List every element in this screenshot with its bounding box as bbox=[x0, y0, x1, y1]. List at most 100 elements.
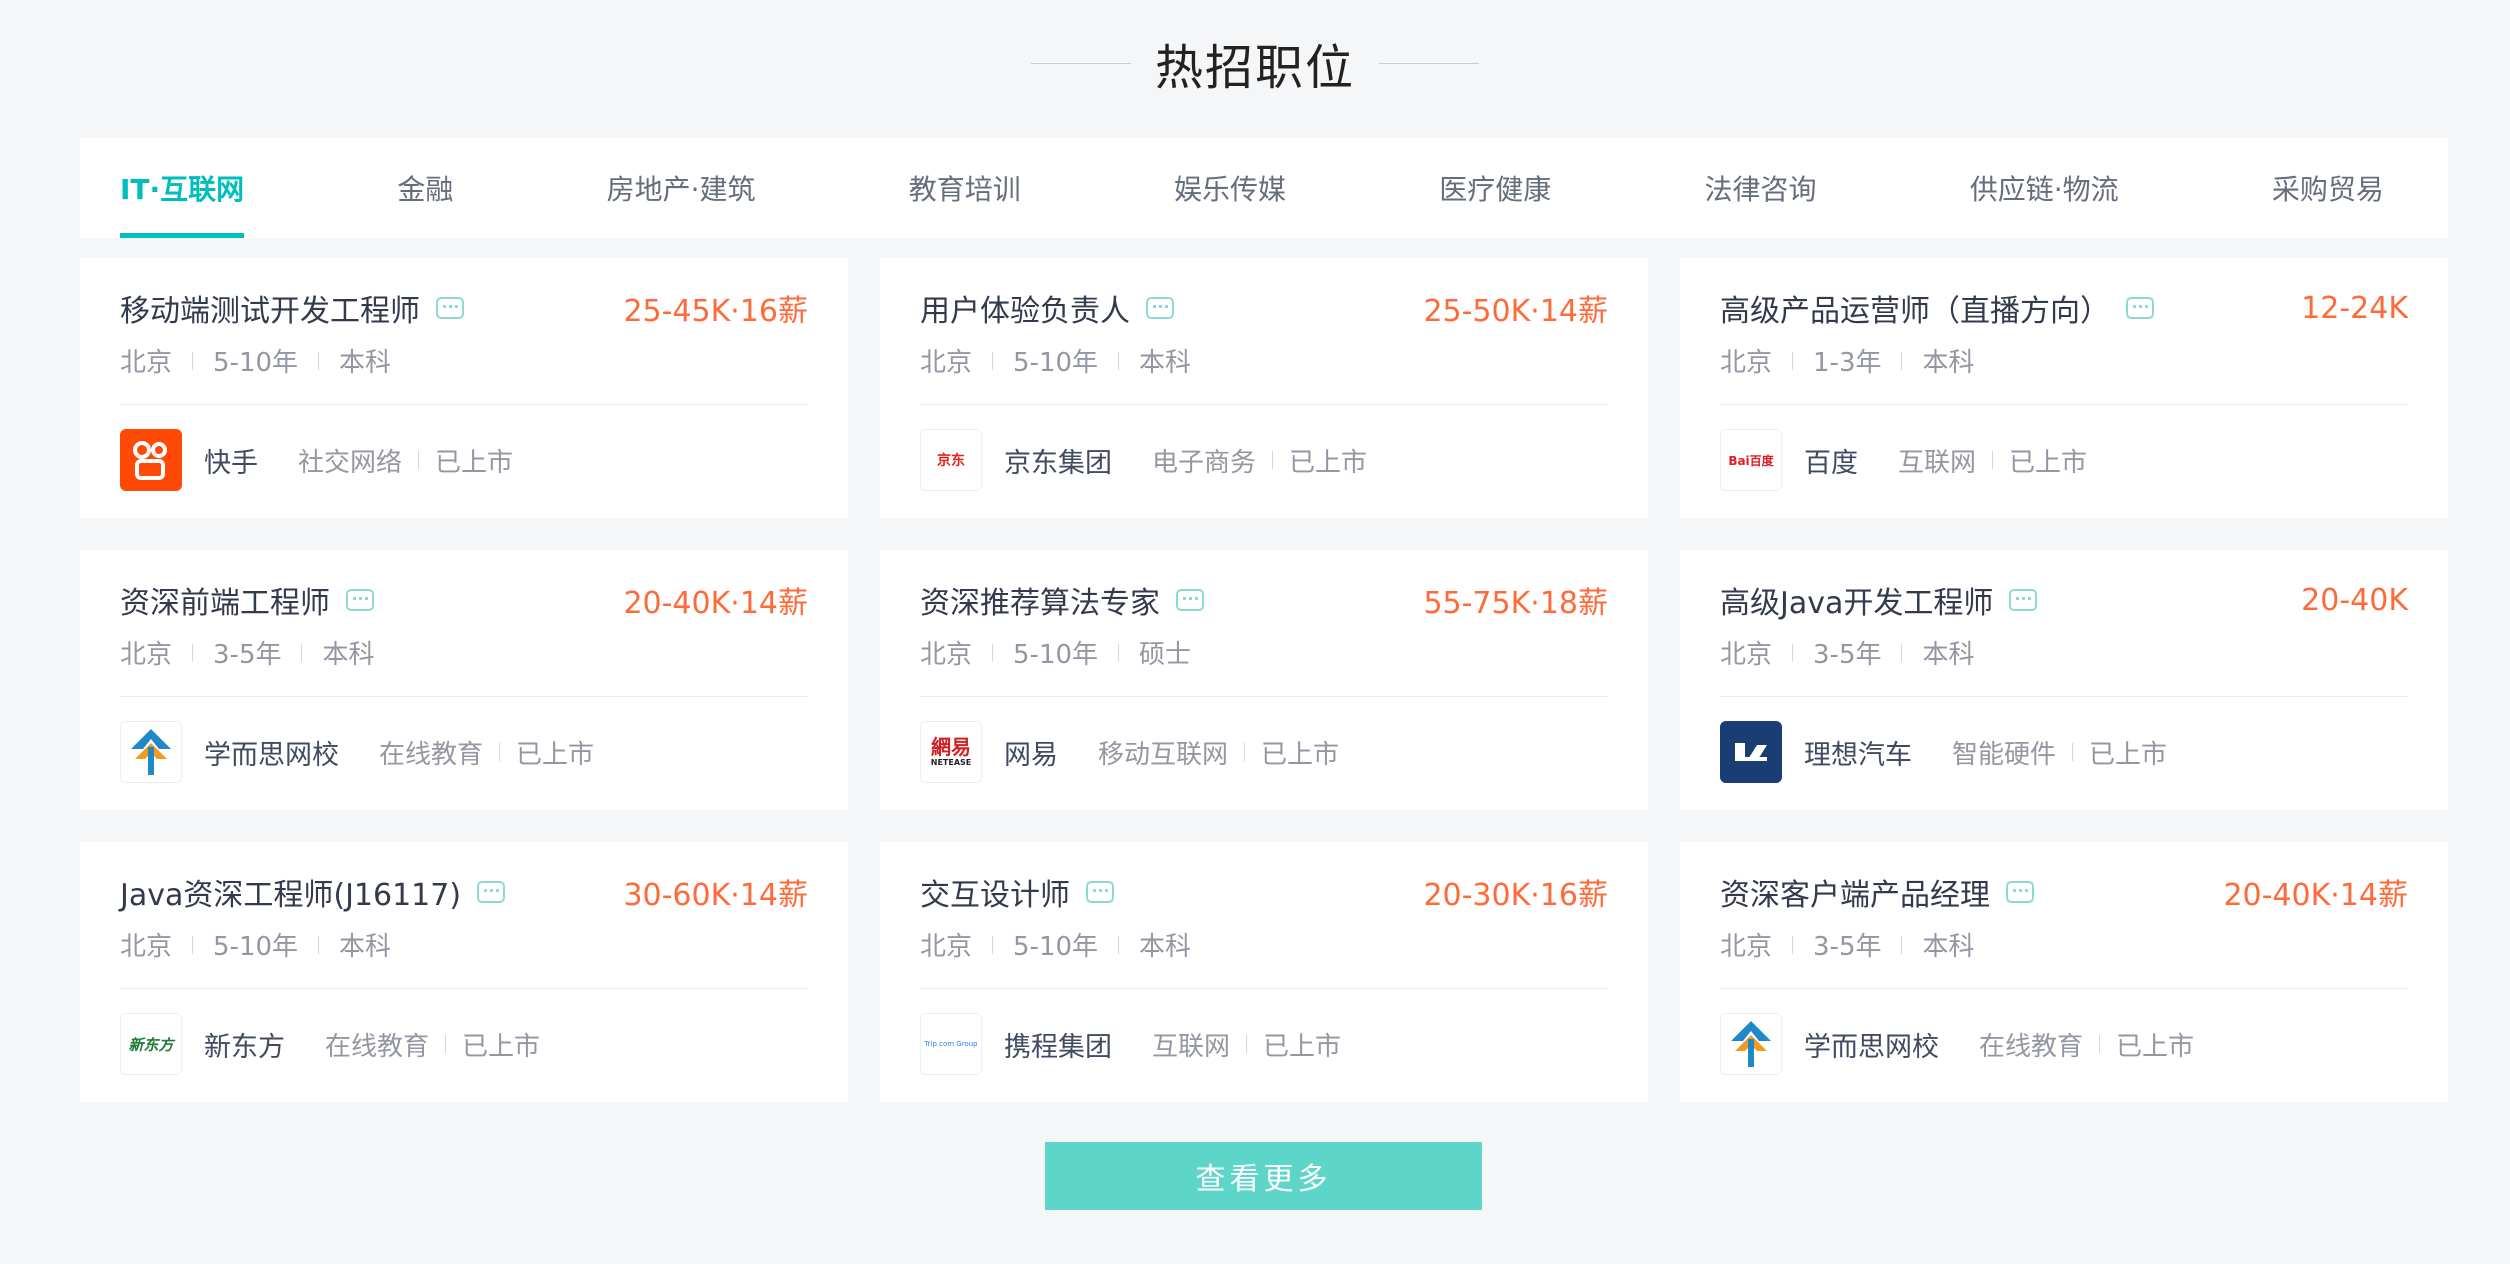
company-industry: 在线教育 bbox=[325, 1031, 430, 1062]
chat-icon[interactable] bbox=[2009, 589, 2038, 611]
separator bbox=[1118, 643, 1120, 662]
company-industry: 电子商务 bbox=[1152, 447, 1257, 478]
job-degree: 硕士 bbox=[1139, 640, 1192, 670]
job-title[interactable]: 资深推荐算法专家 bbox=[920, 578, 1160, 622]
job-title[interactable]: Java资深工程师(J16117) bbox=[120, 870, 461, 914]
job-degree: 本科 bbox=[1922, 640, 1975, 670]
tab-media[interactable]: 娱乐传媒 bbox=[1174, 138, 1286, 238]
xdf-logo-text: 新东方 bbox=[128, 1035, 174, 1054]
tab-real-estate[interactable]: 房地产·建筑 bbox=[607, 138, 756, 238]
separator bbox=[1792, 643, 1794, 662]
job-title[interactable]: 高级产品运营师（直播方向） bbox=[1720, 286, 2110, 330]
card-divider bbox=[120, 696, 808, 697]
job-city: 北京 bbox=[920, 640, 973, 670]
company-stage: 已上市 bbox=[1289, 447, 1368, 478]
job-salary: 25-50K·14薪 bbox=[1423, 294, 1608, 329]
tab-education[interactable]: 教育培训 bbox=[909, 138, 1021, 238]
chat-icon[interactable] bbox=[2126, 297, 2154, 319]
job-header: 交互设计师 20-30K·16薪 bbox=[920, 870, 1608, 914]
tab-legal[interactable]: 法律咨询 bbox=[1705, 138, 1817, 238]
job-requirements: 北京 3-5年 本科 bbox=[1720, 926, 1975, 963]
company-info[interactable]: Trip.com Group 携程集团 互联网 已上市 bbox=[920, 1012, 1608, 1076]
separator bbox=[1118, 351, 1120, 370]
company-info[interactable]: 学而思网校 在线教育 已上市 bbox=[1720, 1012, 2408, 1076]
company-name[interactable]: 快手 bbox=[204, 441, 258, 480]
chat-icon[interactable] bbox=[1176, 589, 1204, 611]
tab-logistics[interactable]: 供应链·物流 bbox=[1970, 138, 2119, 238]
job-title[interactable]: 资深客户端产品经理 bbox=[1720, 870, 1990, 914]
job-card[interactable]: 资深前端工程师 20-40K·14薪 北京 3-5年 本科 学而思网校 在线教育… bbox=[80, 550, 848, 810]
job-requirements: 北京 5-10年 本科 bbox=[120, 926, 391, 963]
separator bbox=[992, 643, 994, 662]
jd-logo: 京东 bbox=[920, 429, 982, 491]
separator bbox=[992, 935, 994, 954]
company-name[interactable]: 百度 bbox=[1804, 441, 1858, 480]
separator bbox=[499, 743, 501, 761]
separator bbox=[1901, 643, 1903, 662]
job-card[interactable]: 用户体验负责人 25-50K·14薪 北京 5-10年 本科 京东 京东集团 电… bbox=[880, 258, 1648, 518]
job-header: 移动端测试开发工程师 25-45K·16薪 bbox=[120, 286, 808, 330]
job-requirements: 北京 3-5年 本科 bbox=[1720, 634, 1975, 671]
job-header: 资深客户端产品经理 20-40K·14薪 bbox=[1720, 870, 2408, 914]
job-title[interactable]: 资深前端工程师 bbox=[120, 578, 330, 622]
job-card[interactable]: 高级产品运营师（直播方向） 12-24K 北京 1-3年 本科 Bai百度 百度… bbox=[1680, 258, 2448, 518]
job-salary: 55-75K·18薪 bbox=[1423, 586, 1608, 621]
separator bbox=[418, 451, 420, 469]
company-name[interactable]: 学而思网校 bbox=[1804, 1025, 1939, 1064]
job-experience: 5-10年 bbox=[1013, 640, 1099, 670]
company-name[interactable]: 学而思网校 bbox=[204, 733, 339, 772]
chat-icon[interactable] bbox=[477, 881, 506, 903]
job-title[interactable]: 交互设计师 bbox=[920, 870, 1070, 914]
job-title[interactable]: 高级Java开发工程师 bbox=[1720, 578, 1993, 622]
job-card[interactable]: 移动端测试开发工程师 25-45K·16薪 北京 5-10年 本科 快手 社交网… bbox=[80, 258, 848, 518]
job-requirements: 北京 5-10年 本科 bbox=[920, 926, 1191, 963]
tab-finance[interactable]: 金融 bbox=[397, 138, 453, 238]
separator bbox=[318, 351, 320, 370]
view-more-button[interactable]: 查看更多 bbox=[1045, 1142, 1482, 1210]
chat-icon[interactable] bbox=[436, 297, 464, 319]
company-info[interactable]: 網易 NETEASE 网易 移动互联网 已上市 bbox=[920, 720, 1608, 784]
separator bbox=[1272, 451, 1274, 469]
company-info[interactable]: Bai百度 百度 互联网 已上市 bbox=[1720, 428, 2408, 492]
job-card[interactable]: Java资深工程师(J16117) 30-60K·14薪 北京 5-10年 本科… bbox=[80, 842, 848, 1102]
job-degree: 本科 bbox=[1139, 348, 1192, 378]
company-info[interactable]: 京东 京东集团 电子商务 已上市 bbox=[920, 428, 1608, 492]
job-card[interactable]: 高级Java开发工程师 20-40K 北京 3-5年 本科 理想汽车 智能硬件 … bbox=[1680, 550, 2448, 810]
company-name[interactable]: 携程集团 bbox=[1004, 1025, 1112, 1064]
company-info[interactable]: 新东方 新东方 在线教育 已上市 bbox=[120, 1012, 808, 1076]
job-card[interactable]: 资深推荐算法专家 55-75K·18薪 北京 5-10年 硕士 網易 NETEA… bbox=[880, 550, 1648, 810]
tab-healthcare[interactable]: 医疗健康 bbox=[1439, 138, 1551, 238]
company-info[interactable]: 理想汽车 智能硬件 已上市 bbox=[1720, 720, 2408, 784]
job-degree: 本科 bbox=[339, 932, 392, 962]
job-experience: 5-10年 bbox=[213, 348, 299, 378]
tab-it-internet[interactable]: IT·互联网 bbox=[120, 138, 245, 238]
chat-icon[interactable] bbox=[2006, 881, 2034, 903]
company-industry: 移动互联网 bbox=[1098, 739, 1229, 770]
company-info[interactable]: 快手 社交网络 已上市 bbox=[120, 428, 808, 492]
company-name[interactable]: 新东方 bbox=[204, 1025, 285, 1064]
chat-icon[interactable] bbox=[1086, 881, 1114, 903]
separator bbox=[192, 351, 194, 370]
job-header: 用户体验负责人 25-50K·14薪 bbox=[920, 286, 1608, 330]
job-salary: 12-24K bbox=[2301, 290, 2408, 326]
job-title[interactable]: 用户体验负责人 bbox=[920, 286, 1130, 330]
xdf-logo: 新东方 bbox=[120, 1013, 182, 1075]
company-name[interactable]: 网易 bbox=[1004, 733, 1058, 772]
chat-icon[interactable] bbox=[346, 589, 374, 611]
chat-icon[interactable] bbox=[1146, 297, 1174, 319]
company-name[interactable]: 理想汽车 bbox=[1804, 733, 1912, 772]
job-title[interactable]: 移动端测试开发工程师 bbox=[120, 286, 420, 330]
job-card[interactable]: 交互设计师 20-30K·16薪 北京 5-10年 本科 Trip.com Gr… bbox=[880, 842, 1648, 1102]
job-salary: 20-30K·16薪 bbox=[1423, 878, 1608, 913]
tab-trade[interactable]: 采购贸易 bbox=[2272, 138, 2384, 238]
company-info[interactable]: 学而思网校 在线教育 已上市 bbox=[120, 720, 808, 784]
separator bbox=[1244, 743, 1246, 761]
company-name[interactable]: 京东集团 bbox=[1004, 441, 1112, 480]
card-divider bbox=[1720, 696, 2408, 697]
separator bbox=[1901, 351, 1903, 370]
card-divider bbox=[1720, 404, 2408, 405]
job-header: Java资深工程师(J16117) 30-60K·14薪 bbox=[120, 870, 808, 914]
company-industry: 智能硬件 bbox=[1952, 739, 2057, 770]
job-card[interactable]: 资深客户端产品经理 20-40K·14薪 北京 3-5年 本科 学而思网校 在线… bbox=[1680, 842, 2448, 1102]
company-industry: 社交网络 bbox=[298, 447, 403, 478]
